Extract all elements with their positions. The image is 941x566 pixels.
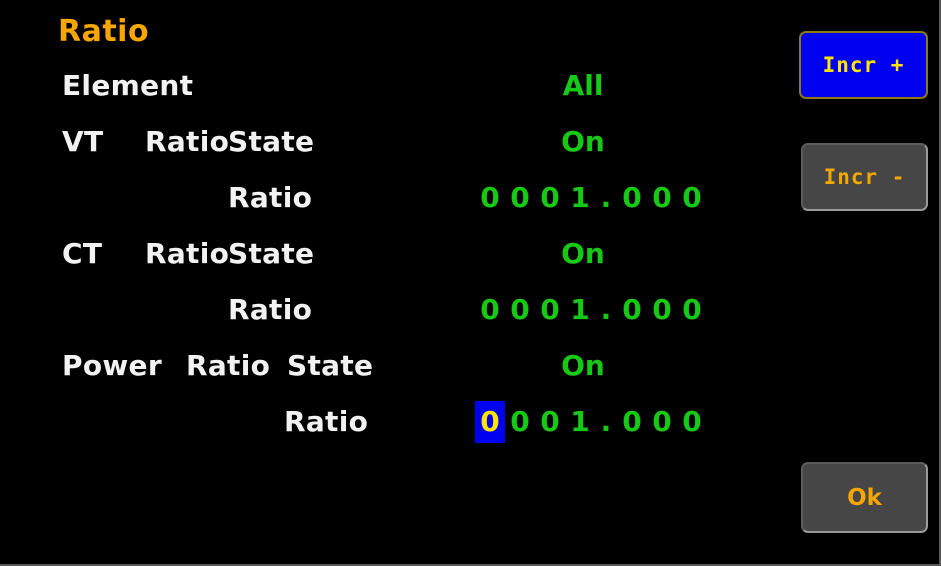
- row-vt-ratio-label: Ratio: [228, 181, 313, 214]
- row-element-label: Element: [62, 69, 194, 102]
- digit[interactable]: 0: [475, 177, 505, 219]
- row-ct-ratio-state-label-1: CT: [62, 237, 103, 270]
- digit[interactable]: 1: [565, 289, 595, 331]
- digit[interactable]: 1: [565, 401, 595, 443]
- row-vt-ratio-state-label-2: Ratio: [145, 125, 230, 158]
- row-power-ratio[interactable]: Ratio 0001.000: [0, 400, 790, 444]
- selected-digit[interactable]: 0: [475, 401, 505, 443]
- incr-minus-button[interactable]: Incr -: [801, 143, 928, 211]
- digit[interactable]: 1: [565, 177, 595, 219]
- row-ct-ratio-state-label-2: Ratio: [145, 237, 230, 270]
- row-element[interactable]: Element All: [0, 64, 790, 108]
- row-vt-ratio-state-value[interactable]: On: [483, 120, 683, 164]
- digit[interactable]: 0: [647, 289, 677, 331]
- digit[interactable]: 0: [677, 289, 707, 331]
- row-vt-ratio-value[interactable]: 0001.000: [475, 176, 707, 220]
- digit[interactable]: 0: [617, 177, 647, 219]
- ratio-settings-screen: Ratio Element All VT Ratio State On Rati…: [0, 0, 941, 566]
- digit[interactable]: .: [595, 177, 617, 219]
- page-title: Ratio: [58, 14, 150, 49]
- digit[interactable]: 0: [647, 401, 677, 443]
- row-vt-ratio[interactable]: Ratio 0001.000: [0, 176, 790, 220]
- digit[interactable]: 0: [505, 289, 535, 331]
- row-ct-ratio-label: Ratio: [228, 293, 313, 326]
- row-vt-ratio-state-label-3: State: [228, 125, 315, 158]
- row-ct-ratio-state-value[interactable]: On: [483, 232, 683, 276]
- row-ct-ratio-state[interactable]: CT Ratio State On: [0, 232, 790, 276]
- digit[interactable]: 0: [677, 177, 707, 219]
- digit[interactable]: 0: [535, 289, 565, 331]
- row-ct-ratio-state-label-3: State: [228, 237, 315, 270]
- row-power-ratio-label: Ratio: [284, 405, 369, 438]
- row-vt-ratio-state-label-1: VT: [62, 125, 104, 158]
- digit[interactable]: .: [595, 401, 617, 443]
- digit[interactable]: .: [595, 289, 617, 331]
- digit[interactable]: 0: [535, 177, 565, 219]
- digit[interactable]: 0: [617, 289, 647, 331]
- digit[interactable]: 0: [505, 401, 535, 443]
- row-power-ratio-value[interactable]: 0001.000: [475, 400, 707, 444]
- row-ct-ratio-value[interactable]: 0001.000: [475, 288, 707, 332]
- row-power-ratio-state-label-3: State: [287, 349, 374, 382]
- row-power-ratio-state[interactable]: Power Ratio State On: [0, 344, 790, 388]
- ok-button[interactable]: Ok: [801, 462, 928, 533]
- incr-plus-button[interactable]: Incr +: [799, 31, 928, 99]
- digit[interactable]: 0: [677, 401, 707, 443]
- digit[interactable]: 0: [617, 401, 647, 443]
- digit[interactable]: 0: [647, 177, 677, 219]
- row-ct-ratio[interactable]: Ratio 0001.000: [0, 288, 790, 332]
- row-power-ratio-state-label-1: Power: [62, 349, 162, 382]
- row-power-ratio-state-label-2: Ratio: [186, 349, 271, 382]
- digit[interactable]: 0: [475, 289, 505, 331]
- row-element-value[interactable]: All: [483, 64, 683, 108]
- row-power-ratio-state-value[interactable]: On: [483, 344, 683, 388]
- digit[interactable]: 0: [535, 401, 565, 443]
- row-vt-ratio-state[interactable]: VT Ratio State On: [0, 120, 790, 164]
- digit[interactable]: 0: [505, 177, 535, 219]
